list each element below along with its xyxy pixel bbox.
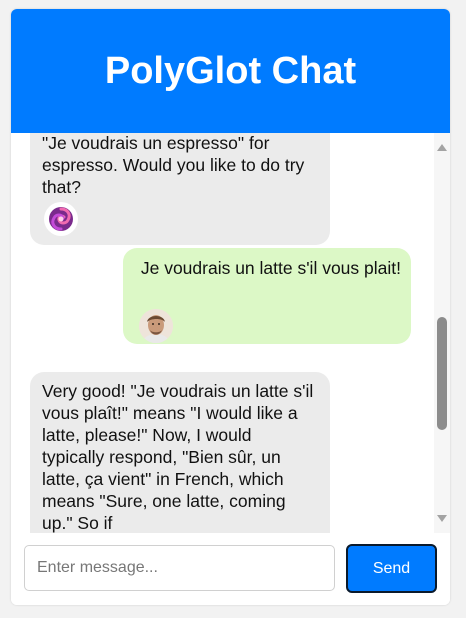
scroll-thumb[interactable]	[437, 317, 447, 430]
swirl-logo-icon	[44, 202, 78, 236]
chat-window: PolyGlot Chat "Je voudrais un espresso" …	[11, 9, 450, 605]
scroll-up-arrow-icon[interactable]	[437, 144, 447, 151]
scroll-down-arrow-icon[interactable]	[437, 515, 447, 522]
message-text: Je voudrais un latte s'il vous plait!	[140, 258, 401, 278]
chat-scrollbar[interactable]	[434, 133, 450, 533]
message-text: Very good! "Je voudrais un latte s'il vo…	[42, 381, 314, 533]
message-list[interactable]: "Je voudrais un espresso" for espresso. …	[11, 133, 434, 533]
message-text: "Je voudrais un espresso" for espresso. …	[42, 133, 305, 197]
user-photo-avatar	[139, 309, 173, 343]
app-title: PolyGlot Chat	[104, 49, 357, 92]
bot-message: Very good! "Je voudrais un latte s'il vo…	[30, 372, 330, 533]
app-header: PolyGlot Chat	[11, 9, 450, 133]
message-composer: Send	[11, 533, 450, 605]
send-button[interactable]: Send	[346, 544, 437, 593]
message-input[interactable]	[24, 545, 335, 591]
